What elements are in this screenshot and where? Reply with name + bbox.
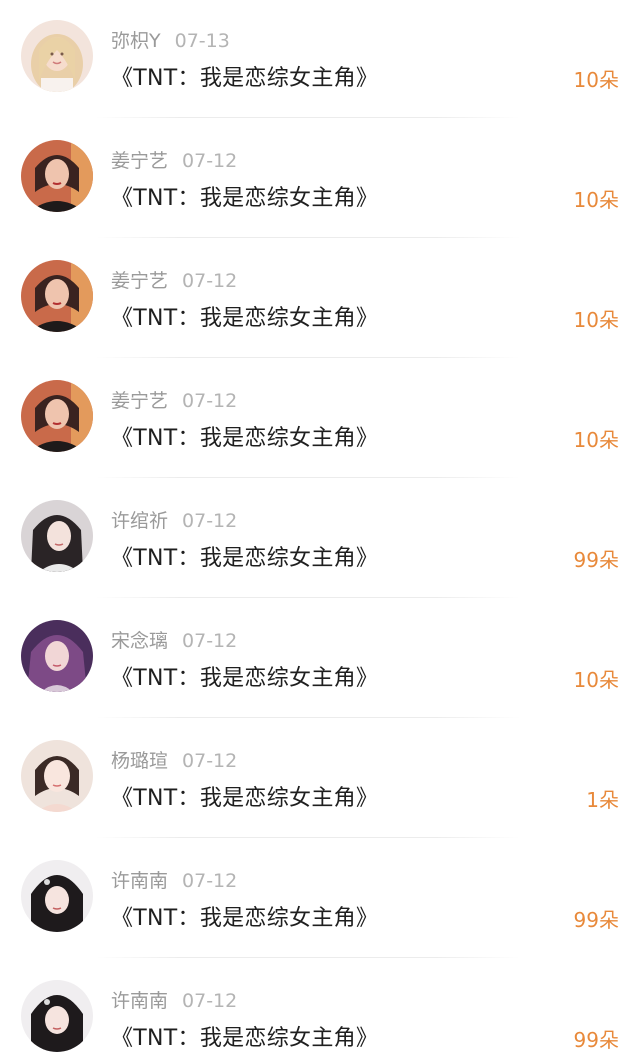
avatar[interactable] (21, 500, 93, 572)
avatar-image-icon (21, 740, 93, 812)
avatar-image-icon (21, 500, 93, 572)
gift-count: 99朵 (573, 908, 619, 932)
username[interactable]: 许绾祈 (111, 510, 168, 532)
avatar[interactable] (21, 380, 93, 452)
avatar[interactable] (21, 140, 93, 212)
date: 07-12 (182, 270, 238, 292)
list-item[interactable]: 许绾祈 07-12 《TNT：我是恋综女主角》 99朵 (0, 480, 640, 600)
list-item[interactable]: 杨璐瑄 07-12 《TNT：我是恋综女主角》 1朵 (0, 720, 640, 840)
date: 07-12 (182, 390, 238, 412)
item-meta: 许绾祈 07-12 (111, 506, 237, 533)
avatar-image-icon (21, 140, 93, 212)
gift-count: 99朵 (573, 1028, 619, 1052)
divider (96, 837, 520, 838)
gift-count: 10朵 (573, 428, 619, 452)
list-item[interactable]: 弥枳Y 07-13 《TNT：我是恋综女主角》 10朵 (0, 0, 640, 120)
book-title[interactable]: 《TNT：我是恋综女主角》 (111, 300, 378, 332)
list-item[interactable]: 姜宁艺 07-12 《TNT：我是恋综女主角》 10朵 (0, 360, 640, 480)
item-meta: 姜宁艺 07-12 (111, 266, 237, 293)
username[interactable]: 杨璐瑄 (111, 750, 168, 772)
gift-count: 10朵 (573, 68, 619, 92)
avatar[interactable] (21, 980, 93, 1052)
date: 07-12 (182, 870, 238, 892)
divider (96, 237, 520, 238)
gift-count: 10朵 (573, 668, 619, 692)
book-title[interactable]: 《TNT：我是恋综女主角》 (111, 1020, 378, 1052)
avatar[interactable] (21, 260, 93, 332)
date: 07-13 (174, 30, 230, 52)
avatar[interactable] (21, 620, 93, 692)
divider (96, 957, 520, 958)
username[interactable]: 宋念璃 (111, 630, 168, 652)
date: 07-12 (182, 990, 238, 1012)
item-meta: 姜宁艺 07-12 (111, 386, 237, 413)
list-item[interactable]: 宋念璃 07-12 《TNT：我是恋综女主角》 10朵 (0, 600, 640, 720)
item-meta: 弥枳Y 07-13 (111, 26, 230, 53)
gift-count: 1朵 (586, 788, 619, 812)
username[interactable]: 许南南 (111, 870, 168, 892)
divider (96, 597, 520, 598)
date: 07-12 (182, 510, 238, 532)
avatar-image-icon (21, 980, 93, 1052)
avatar-image-icon (21, 380, 93, 452)
list-item[interactable]: 姜宁艺 07-12 《TNT：我是恋综女主角》 10朵 (0, 240, 640, 360)
divider (96, 477, 520, 478)
date: 07-12 (182, 630, 238, 652)
book-title[interactable]: 《TNT：我是恋综女主角》 (111, 660, 378, 692)
book-title[interactable]: 《TNT：我是恋综女主角》 (111, 60, 378, 92)
date: 07-12 (182, 750, 238, 772)
divider (96, 717, 520, 718)
avatar-image-icon (21, 620, 93, 692)
avatar-image-icon (21, 260, 93, 332)
gift-count: 10朵 (573, 308, 619, 332)
gift-record-list: 弥枳Y 07-13 《TNT：我是恋综女主角》 10朵 姜宁艺 07-12 《TNT… (0, 0, 640, 1057)
item-meta: 杨璐瑄 07-12 (111, 746, 237, 773)
book-title[interactable]: 《TNT：我是恋综女主角》 (111, 900, 378, 932)
avatar[interactable] (21, 740, 93, 812)
item-meta: 许南南 07-12 (111, 986, 237, 1013)
gift-count: 10朵 (573, 188, 619, 212)
item-meta: 姜宁艺 07-12 (111, 146, 237, 173)
avatar-image-icon (21, 20, 93, 92)
divider (96, 357, 520, 358)
username[interactable]: 姜宁艺 (111, 390, 168, 412)
gift-count: 99朵 (573, 548, 619, 572)
book-title[interactable]: 《TNT：我是恋综女主角》 (111, 540, 378, 572)
username[interactable]: 姜宁艺 (111, 150, 168, 172)
list-item[interactable]: 许南南 07-12 《TNT：我是恋综女主角》 99朵 (0, 840, 640, 960)
divider (96, 117, 520, 118)
book-title[interactable]: 《TNT：我是恋综女主角》 (111, 780, 378, 812)
item-meta: 许南南 07-12 (111, 866, 237, 893)
list-item[interactable]: 姜宁艺 07-12 《TNT：我是恋综女主角》 10朵 (0, 120, 640, 240)
list-item[interactable]: 许南南 07-12 《TNT：我是恋综女主角》 99朵 (0, 960, 640, 1057)
avatar[interactable] (21, 20, 93, 92)
username[interactable]: 弥枳Y (111, 30, 161, 52)
book-title[interactable]: 《TNT：我是恋综女主角》 (111, 420, 378, 452)
username[interactable]: 许南南 (111, 990, 168, 1012)
username[interactable]: 姜宁艺 (111, 270, 168, 292)
avatar[interactable] (21, 860, 93, 932)
book-title[interactable]: 《TNT：我是恋综女主角》 (111, 180, 378, 212)
item-meta: 宋念璃 07-12 (111, 626, 237, 653)
date: 07-12 (182, 150, 238, 172)
avatar-image-icon (21, 860, 93, 932)
